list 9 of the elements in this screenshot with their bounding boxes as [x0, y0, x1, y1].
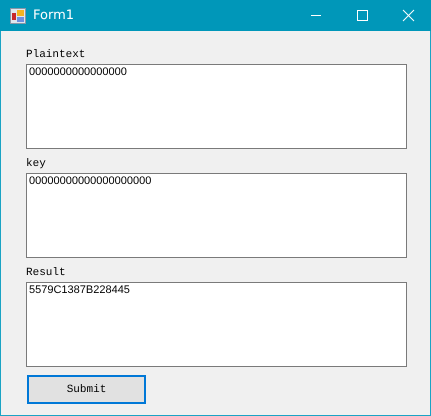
- text-area[interactable]: 00000000000000000000: [26, 173, 407, 258]
- field-label: Plaintext: [26, 48, 86, 62]
- window-title: Form1: [33, 8, 74, 23]
- submit-button[interactable]: Submit: [27, 375, 146, 404]
- text-area[interactable]: 5579C1387B228445: [26, 282, 407, 367]
- field-label: key: [26, 157, 47, 171]
- field-label: Result: [26, 266, 67, 280]
- app-icon: [10, 8, 26, 24]
- text-area[interactable]: 0000000000000000: [26, 64, 407, 149]
